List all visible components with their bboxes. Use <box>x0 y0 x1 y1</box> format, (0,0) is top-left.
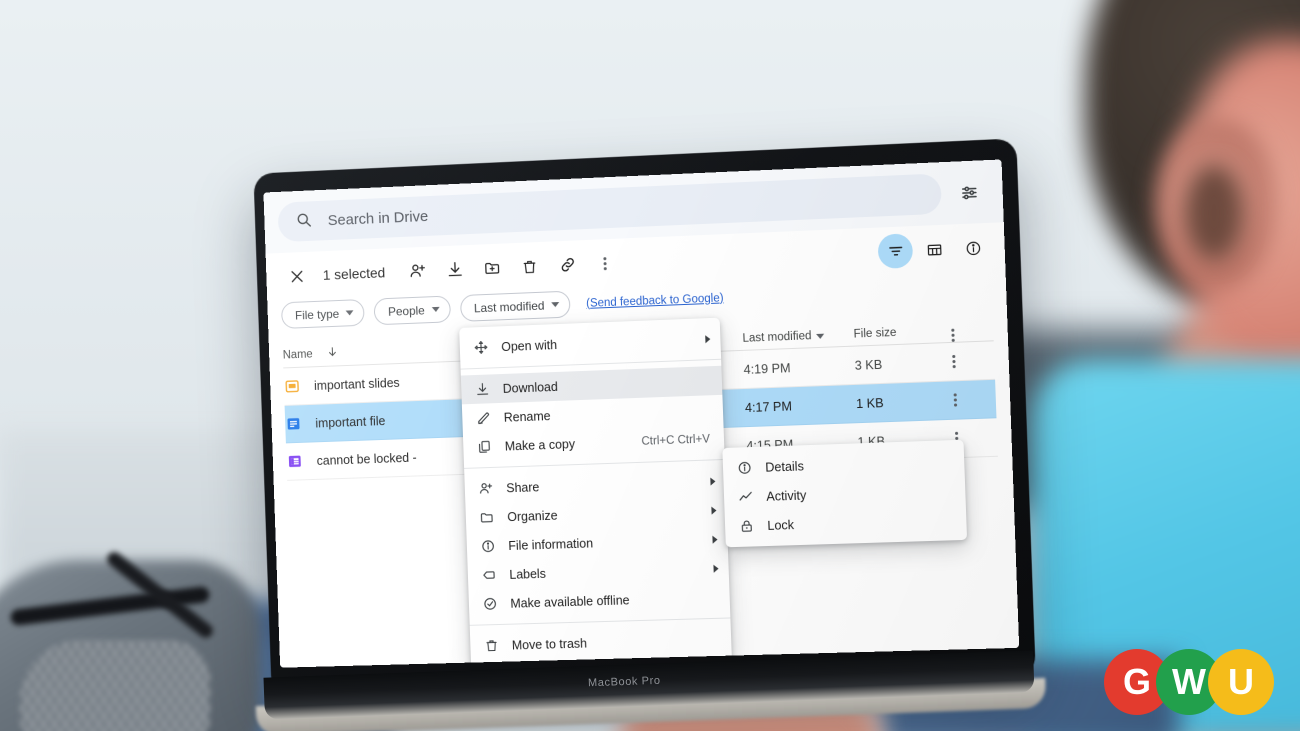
chip-file-type[interactable]: File type <box>280 298 366 329</box>
row-more-button[interactable] <box>937 398 972 402</box>
sheets-file-icon <box>286 453 303 470</box>
laptop-screen: Search in Drive 1 selected File type Peo… <box>263 159 1020 668</box>
gwu-letter-u: U <box>1208 649 1274 715</box>
trash-icon <box>483 637 499 653</box>
submenu-arrow-icon <box>705 334 711 343</box>
submenu-item-label: Lock <box>767 517 795 533</box>
person-add-icon <box>477 480 493 496</box>
menu-item-label: Download <box>502 379 559 396</box>
more-vert-icon <box>953 398 957 402</box>
menu-item-label: Labels <box>509 566 547 582</box>
file-name: important slides <box>313 375 400 393</box>
column-label: Last modified <box>742 330 812 345</box>
docs-file-icon <box>285 415 302 432</box>
drive-app: Search in Drive 1 selected File type Peo… <box>263 159 1020 668</box>
folder-move-icon[interactable] <box>475 250 510 285</box>
menu-item-label: Share <box>506 479 540 495</box>
chip-label: Last modified <box>473 298 545 315</box>
cell-last-modified: 4:17 PM <box>744 398 793 415</box>
trash-icon[interactable] <box>513 249 548 284</box>
menu-item-move-to-trash[interactable]: Move to trash <box>470 624 732 660</box>
submenu-arrow-icon <box>711 505 717 515</box>
column-label: Name <box>282 348 313 362</box>
menu-item-label: File information <box>508 535 594 553</box>
person-ear-inner <box>1185 165 1243 260</box>
chip-label: File type <box>294 306 340 323</box>
file-information-submenu[interactable]: Details Activity Lock <box>722 439 968 548</box>
column-label: File size <box>853 326 897 341</box>
photo-scene: MacBook Pro Search in Drive 1 selected F… <box>0 0 1300 731</box>
sneaker-mesh <box>20 640 210 731</box>
row-more-button[interactable] <box>936 359 971 364</box>
copy-icon <box>476 439 492 455</box>
close-icon[interactable] <box>279 259 313 294</box>
chevron-down-icon <box>431 306 440 313</box>
download-icon[interactable] <box>438 252 473 287</box>
lock-icon <box>738 518 755 535</box>
toolbar-spacer <box>626 252 874 262</box>
chip-people[interactable]: People <box>373 295 451 326</box>
grid-view-icon[interactable] <box>916 232 952 268</box>
chip-label: People <box>387 302 425 319</box>
menu-item-label: Move to trash <box>511 636 588 653</box>
menu-item-label: Make a copy <box>504 436 576 454</box>
file-name: cannot be locked - <box>316 450 417 468</box>
submenu-item-label: Details <box>765 458 805 475</box>
send-feedback-link[interactable]: (Send feedback to Google) <box>586 292 724 310</box>
folder-icon <box>478 509 494 525</box>
chip-last-modified[interactable]: Last modified <box>459 290 571 322</box>
offline-icon <box>481 596 497 612</box>
menu-item-shortcut: Ctrl+C Ctrl+V <box>641 432 711 448</box>
menu-item-label: Make available offline <box>510 592 630 611</box>
search-icon <box>295 211 312 231</box>
cell-file-size: 1 KB <box>855 395 884 411</box>
selection-count: 1 selected <box>322 264 386 283</box>
download-icon <box>474 381 490 397</box>
more-dots <box>603 261 607 265</box>
column-header-file-size[interactable]: File size <box>853 325 935 341</box>
menu-item-open-with[interactable]: Open with <box>459 324 721 363</box>
cell-last-modified: 4:19 PM <box>743 360 791 377</box>
more-vert-icon <box>950 333 955 337</box>
menu-item-label: Organize <box>507 508 558 524</box>
chevron-down-icon <box>551 302 560 308</box>
column-options-button[interactable] <box>935 333 970 337</box>
info-icon <box>479 538 495 554</box>
cell-file-size: 3 KB <box>854 357 883 373</box>
laptop: MacBook Pro Search in Drive 1 selected F… <box>246 138 1047 731</box>
more-vert-icon[interactable] <box>588 245 623 280</box>
filter-icon[interactable] <box>877 233 914 269</box>
link-icon[interactable] <box>550 247 585 282</box>
more-vert-icon <box>951 360 956 364</box>
sort-down-arrow-icon <box>326 346 338 361</box>
gwu-watermark: G W U <box>1104 649 1274 715</box>
tune-icon[interactable] <box>949 172 989 212</box>
column-header-last-modified[interactable]: Last modified <box>742 329 854 345</box>
submenu-arrow-icon <box>713 564 719 573</box>
activity-icon <box>737 489 754 506</box>
info-icon <box>736 460 753 477</box>
menu-item-label: Open with <box>501 337 558 354</box>
chevron-down-icon <box>816 333 825 339</box>
person-add-icon[interactable] <box>400 253 435 288</box>
context-menu[interactable]: Open with Download Rename Make a copy Ct… <box>459 317 732 667</box>
menu-item-label: Rename <box>503 408 551 425</box>
search-placeholder: Search in Drive <box>327 207 429 229</box>
slides-file-icon <box>284 378 301 395</box>
submenu-arrow-icon <box>712 535 718 544</box>
chevron-down-icon <box>345 310 354 316</box>
info-icon[interactable] <box>955 230 991 266</box>
file-name: important file <box>315 413 386 430</box>
submenu-item-label: Activity <box>766 487 807 504</box>
open-with-icon <box>472 339 488 356</box>
pencil-icon <box>475 410 491 426</box>
label-icon <box>480 567 496 583</box>
submenu-arrow-icon <box>710 476 716 486</box>
